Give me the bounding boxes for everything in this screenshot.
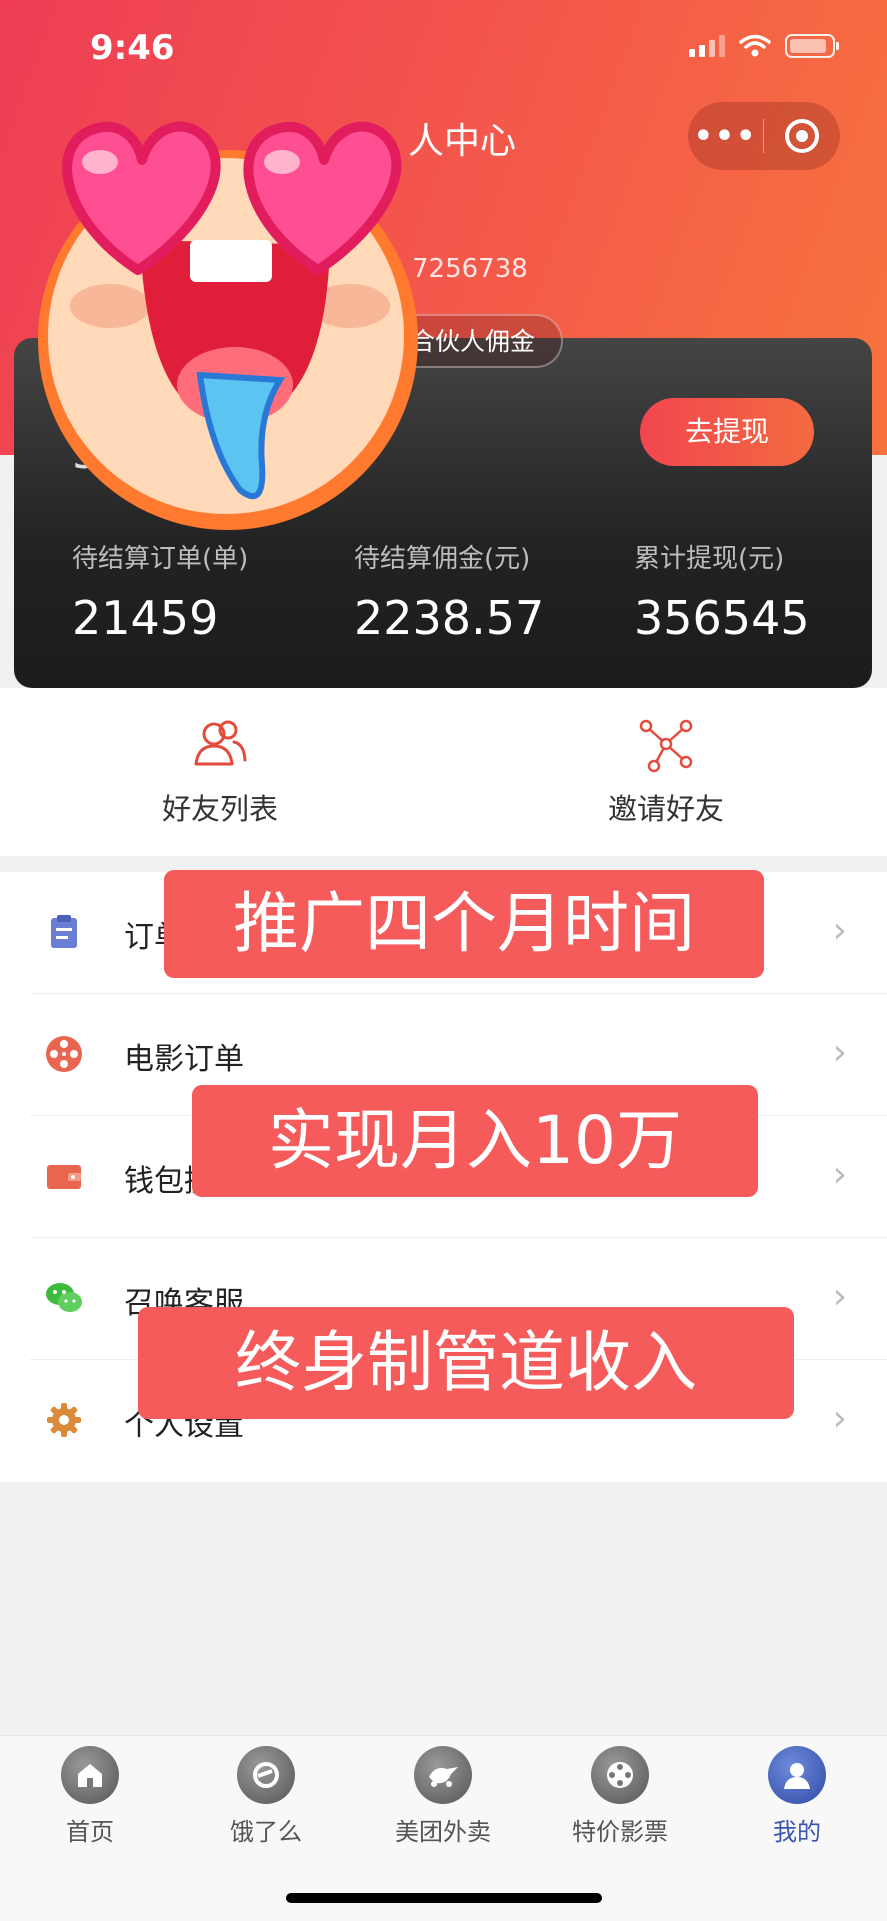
stat-label: 待结算订单(单) [72, 544, 249, 574]
share-network-icon [639, 719, 693, 773]
more-icon[interactable]: ••• [688, 119, 763, 154]
stat-pending-commission: 待结算佣金(元) 2238.57 [354, 538, 544, 645]
withdraw-button[interactable]: 去提现 [640, 398, 814, 466]
tab-label: 饿了么 [230, 1818, 302, 1846]
tab-mine[interactable]: 我的 [727, 1746, 867, 1847]
battery-icon [785, 34, 839, 58]
stat-label: 待结算佣金(元) [354, 544, 531, 574]
quick-action-label: 邀请好友 [607, 792, 724, 826]
home-icon [61, 1746, 119, 1804]
film-icon [591, 1746, 649, 1804]
meituan-icon [414, 1746, 472, 1804]
gear-icon [47, 1403, 81, 1437]
tab-meituan[interactable]: 美团外卖 [373, 1746, 513, 1847]
chevron-right-icon: › [832, 1276, 847, 1317]
home-indicator [286, 1893, 602, 1903]
chevron-right-icon: › [832, 910, 847, 951]
tab-label: 首页 [66, 1818, 114, 1846]
stat-value: 356545 [634, 591, 810, 645]
tab-home[interactable]: 首页 [20, 1746, 160, 1847]
eleme-icon [237, 1746, 295, 1804]
tab-eleme[interactable]: 饿了么 [196, 1746, 336, 1847]
film-reel-icon [46, 1036, 82, 1072]
chevron-right-icon: › [832, 1032, 847, 1073]
stat-value: 2238.57 [354, 591, 545, 645]
tab-movie-tickets[interactable]: 特价影票 [550, 1746, 690, 1847]
tab-label: 美团外卖 [395, 1818, 491, 1846]
heart-eyes-emoji-sticker [38, 121, 418, 530]
status-time: 9:46 [90, 28, 175, 68]
close-miniprogram-icon[interactable] [764, 116, 839, 156]
stat-pending-orders: 待结算订单(单) 21459 [72, 538, 248, 645]
tab-label: 我的 [773, 1818, 821, 1846]
stat-label: 累计提现(元) [634, 544, 785, 574]
wallet-icon [47, 1165, 81, 1189]
friends-icon [194, 720, 247, 766]
stat-value: 21459 [72, 591, 219, 645]
wifi-icon [739, 34, 771, 57]
mini-program-capsule[interactable]: ••• [688, 102, 840, 170]
menu-item-label: 电影订单 [124, 1042, 244, 1077]
user-icon [768, 1746, 826, 1804]
status-icons [689, 34, 839, 58]
wechat-icon [46, 1283, 82, 1312]
friend-list-button[interactable]: 好友列表 [100, 718, 340, 828]
chevron-right-icon: › [832, 1398, 847, 1439]
clipboard-icon [51, 915, 77, 948]
tab-label: 特价影票 [572, 1818, 668, 1846]
invite-friend-button[interactable]: 邀请好友 [546, 718, 786, 828]
caption-overlay-3: 终身制管道收入 [138, 1307, 794, 1419]
quick-action-label: 好友列表 [161, 792, 278, 826]
stat-total-withdrawn: 累计提现(元) 356545 [634, 538, 810, 645]
caption-overlay-2: 实现月入10万 [192, 1085, 758, 1197]
quick-actions: 好友列表 邀请好友 [0, 688, 887, 856]
chevron-right-icon: › [832, 1154, 847, 1195]
signal-icon [689, 35, 725, 57]
caption-overlay-1: 推广四个月时间 [164, 870, 764, 978]
